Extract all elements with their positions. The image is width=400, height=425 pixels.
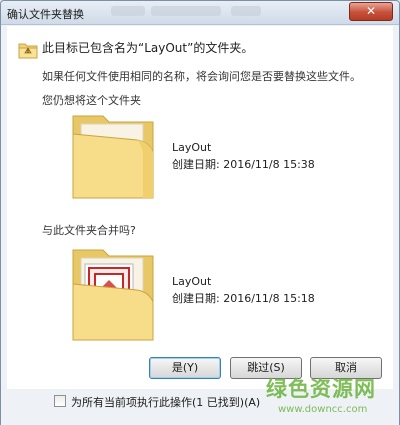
- background-blur: [151, 6, 221, 16]
- background-blur: [111, 6, 145, 16]
- confirm-folder-replace-dialog: 确认文件夹替换 ✕ 此目标已包含名为“LayOut”的文件夹。 如果任何文件使用…: [0, 0, 400, 425]
- close-button[interactable]: ✕: [349, 2, 393, 21]
- sub-message: 如果任何文件使用相同的名称，将会询问您是否要替换这些文件。: [42, 70, 361, 83]
- target-folder-date: 创建日期: 2016/11/8 15:18: [172, 292, 315, 305]
- apply-to-all-checkbox[interactable]: [54, 395, 66, 407]
- watermark-url: www.downcc.com: [278, 404, 368, 415]
- source-folder-name: LayOut: [172, 141, 212, 154]
- warning-folder-icon: [18, 43, 38, 59]
- yes-button[interactable]: 是(Y): [149, 357, 221, 379]
- main-message: 此目标已包含名为“LayOut”的文件夹。: [42, 41, 254, 55]
- prompt-text: 您仍想将这个文件夹: [42, 94, 141, 107]
- window-title: 确认文件夹替换: [7, 8, 84, 21]
- folder-with-layout-icon[interactable]: [67, 244, 159, 344]
- background-blur: [231, 6, 261, 16]
- folder-icon[interactable]: [67, 110, 159, 202]
- merge-prompt: 与此文件夹合并吗?: [42, 224, 136, 237]
- dialog-body: 此目标已包含名为“LayOut”的文件夹。 如果任何文件使用相同的名称，将会询问…: [7, 26, 393, 389]
- apply-to-all-label[interactable]: 为所有当前项执行此操作(1 已找到)(A): [71, 394, 260, 410]
- watermark-text: 绿色资源网: [266, 377, 376, 401]
- title-bar[interactable]: 确认文件夹替换 ✕: [1, 1, 399, 25]
- target-folder-name: LayOut: [172, 275, 212, 288]
- source-folder-date: 创建日期: 2016/11/8 15:38: [172, 158, 315, 171]
